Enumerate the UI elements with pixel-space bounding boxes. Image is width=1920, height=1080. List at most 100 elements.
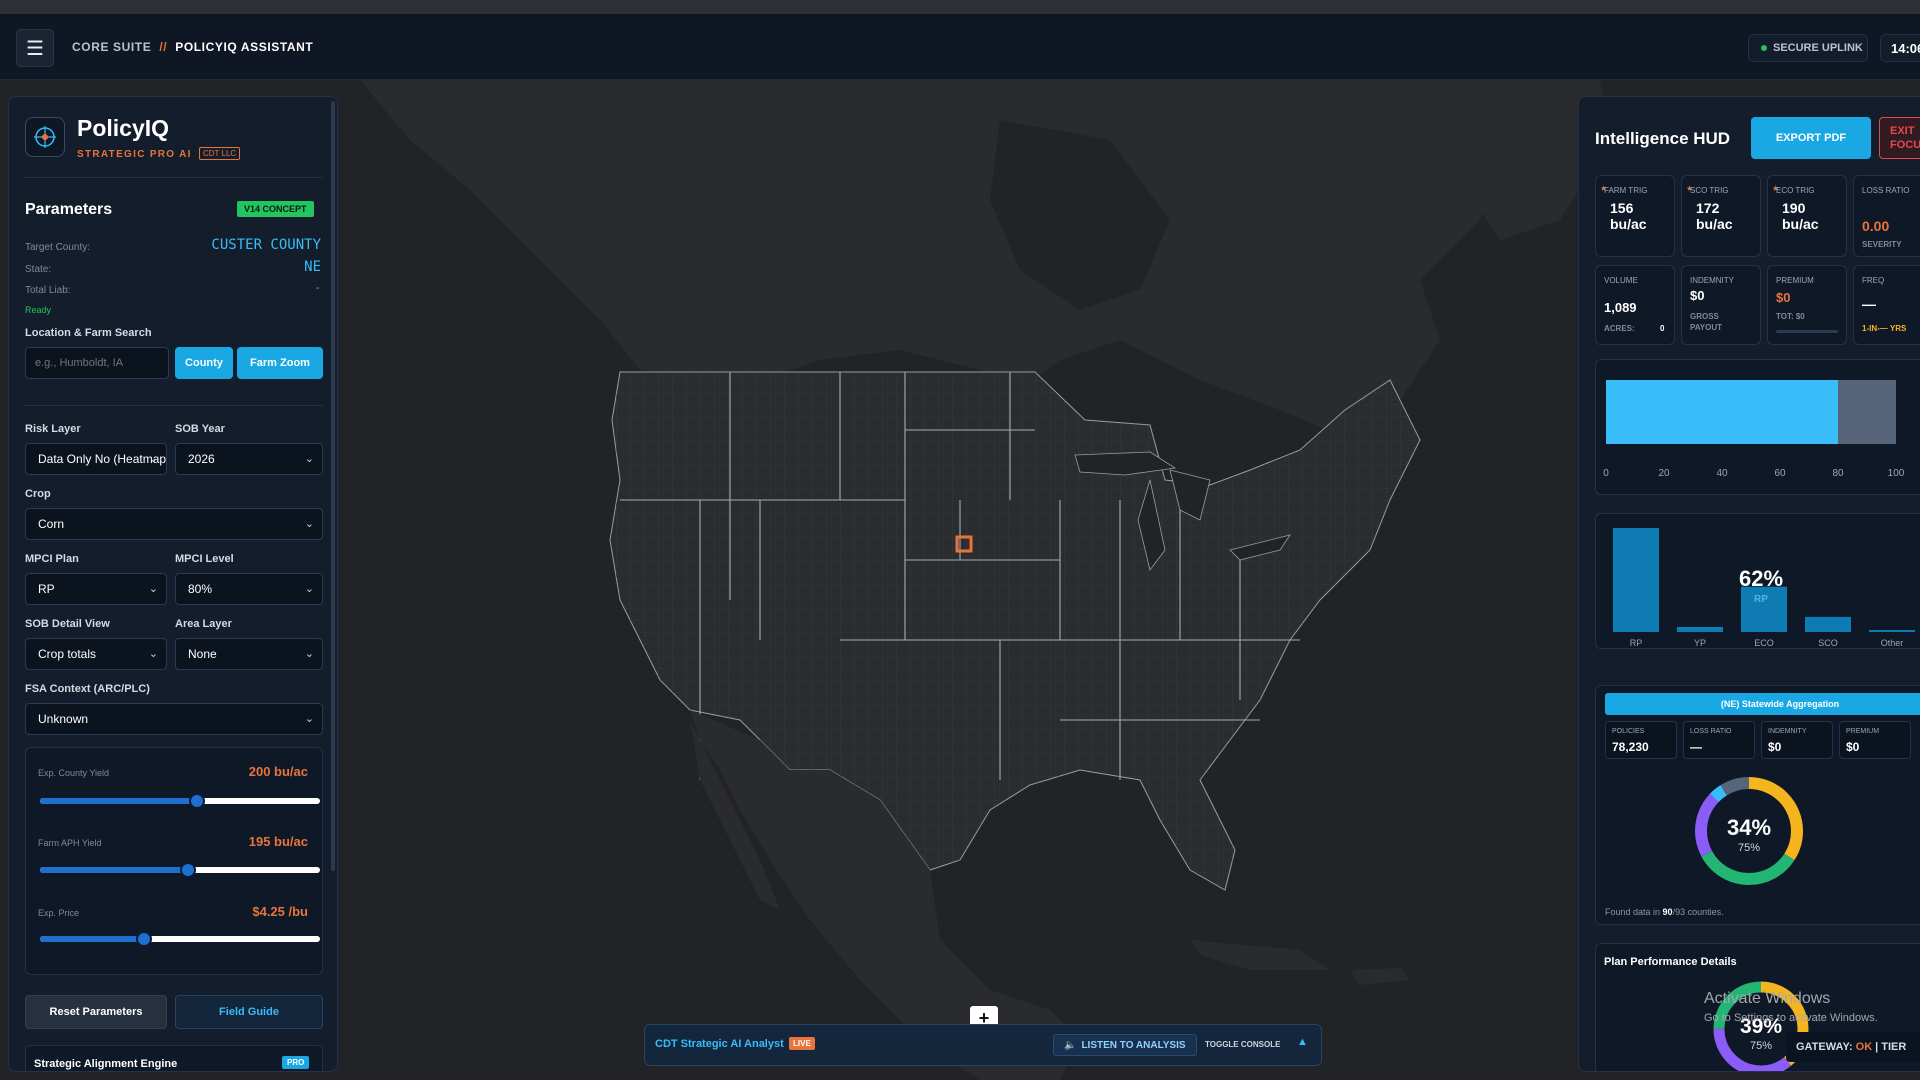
mini-label: PREMIUM	[1846, 728, 1880, 735]
strategic-alignment-engine[interactable]: Strategic Alignment Engine PRO	[25, 1045, 323, 1071]
clock: 14:06	[1880, 34, 1920, 62]
chevron-down-icon: ⌄	[304, 518, 314, 530]
chevron-down-icon: ⌄	[148, 583, 158, 595]
agg-premium: PREMIUM $0	[1839, 721, 1911, 759]
search-input[interactable]	[25, 347, 169, 379]
field-guide-button[interactable]: Field Guide	[175, 995, 323, 1029]
card-value: 172 bu/ac	[1696, 200, 1733, 232]
mini-value: $0	[1768, 740, 1782, 754]
card-value-num: 172	[1696, 200, 1720, 216]
panel-scrollbar[interactable]	[331, 101, 335, 871]
mini-value: —	[1690, 740, 1702, 754]
land-cuba	[1190, 940, 1330, 970]
x-tick-label: 60	[1774, 468, 1786, 479]
ai-analyst-console: CDT Strategic AI Analyst LIVE 🔈 LISTEN TO…	[644, 1024, 1322, 1066]
exp-county-yield-slider[interactable]	[40, 793, 320, 809]
plan-mix-svg: RP YP ECO SCO Other 62% RP	[1613, 528, 1915, 648]
volume-card: VOLUME 1,089 ACRES: 0	[1595, 265, 1675, 345]
bar-yp	[1677, 626, 1723, 632]
chevron-down-icon: ⌄	[148, 648, 158, 660]
sob-year-value: 2026	[188, 452, 215, 466]
crumb-root[interactable]: CORE SUITE	[72, 40, 151, 54]
card-value-unit: bu/ac	[1610, 216, 1647, 232]
area-layer-select[interactable]: None ⌄	[175, 638, 323, 670]
card-value: 156 bu/ac	[1610, 200, 1647, 232]
exp-price-slider[interactable]	[40, 931, 320, 947]
volume-value: 1,089	[1604, 300, 1637, 315]
card-label: ECO TRIG	[1776, 186, 1815, 195]
farm-aph-yield-slider[interactable]	[40, 862, 320, 878]
farm-trig-card: ★ FARM TRIG 156 bu/ac	[1595, 175, 1675, 257]
slider-handle[interactable]	[180, 862, 197, 878]
top-bar: ☰ CORE SUITE // POLICYIQ ASSISTANT SECUR…	[0, 14, 1920, 80]
fsa-label: FSA Context (ARC/PLC)	[25, 683, 150, 695]
state-label: State:	[25, 264, 52, 275]
divider	[25, 177, 323, 178]
slider-handle[interactable]	[188, 793, 205, 809]
gateway-ok: OK	[1855, 1041, 1873, 1053]
found-text-2: /93 counties.	[1672, 907, 1724, 917]
county-button[interactable]: County	[175, 347, 233, 379]
sob-detail-select[interactable]: Crop totals ⌄	[25, 638, 167, 670]
status-dot-icon	[1761, 45, 1767, 51]
intelligence-hud-panel: Intelligence HUD EXPORT PDF EXIT FOCUS ★ …	[1578, 96, 1920, 1072]
agg-indemnity: INDEMNITY $0	[1761, 721, 1833, 759]
chevron-down-icon: ⌄	[304, 648, 314, 660]
listen-to-analysis-button[interactable]: 🔈 LISTEN TO ANALYSIS	[1053, 1034, 1197, 1056]
crop-mix-donut: 34%75%	[1695, 777, 1803, 885]
mpci-plan-label: MPCI Plan	[25, 553, 79, 565]
slider-value: 200 bu/ac	[248, 764, 308, 779]
bar-segment-0	[1606, 380, 1838, 444]
listen-label: LISTEN TO ANALYSIS	[1081, 1039, 1186, 1051]
brand-name: PolicyIQ	[77, 115, 170, 141]
exit-focus-button[interactable]: EXIT FOCUS	[1879, 117, 1920, 159]
export-pdf-button[interactable]: EXPORT PDF	[1751, 117, 1871, 159]
agg-policies: POLICIES 78,230	[1605, 721, 1677, 759]
mpci-level-label: MPCI Level	[175, 553, 234, 565]
crop-select[interactable]: Corn ⌄	[25, 508, 323, 540]
aggregation-title[interactable]: (NE) Statewide Aggregation	[1605, 693, 1920, 715]
parameters-title: Parameters	[25, 201, 113, 218]
x-tick-label: 80	[1832, 468, 1844, 479]
sco-trig-card: ★ SCO TRIG 172 bu/ac	[1681, 175, 1761, 257]
mpci-plan-select[interactable]: RP ⌄	[25, 573, 167, 605]
liab-label: Total Liab:	[25, 285, 71, 296]
hamburger-icon[interactable]: ☰	[16, 29, 54, 67]
sob-year-label: SOB Year	[175, 423, 225, 435]
slider-fill	[40, 936, 144, 942]
slider-label: Farm APH Yield	[38, 838, 102, 848]
breadcrumb: CORE SUITE // POLICYIQ ASSISTANT	[72, 40, 313, 54]
risk-layer-select[interactable]: Data Only No (Heatmap) ⌄	[25, 443, 167, 475]
farm-zoom-button[interactable]: Farm Zoom	[237, 347, 323, 379]
card-label: INDEMNITY	[1690, 276, 1734, 285]
x-tick-label: SCO	[1818, 638, 1838, 648]
crumb-sep: //	[159, 40, 168, 54]
fsa-select[interactable]: Unknown ⌄	[25, 703, 323, 735]
chevron-down-icon: ⌄	[304, 713, 314, 725]
toggle-console-button[interactable]: TOGGLE CONSOLE	[1205, 1040, 1280, 1049]
card-label: PREMIUM	[1776, 276, 1814, 285]
sob-year-select[interactable]: 2026 ⌄	[175, 443, 323, 475]
x-tick-label: YP	[1694, 638, 1706, 648]
console-title: CDT Strategic AI Analyst	[655, 1038, 784, 1050]
card-label: FARM TRIG	[1604, 186, 1648, 195]
mini-value: $0	[1846, 740, 1860, 754]
crumb-current: POLICYIQ ASSISTANT	[175, 40, 314, 54]
risk-layer-value: Data Only No (Heatmap)	[38, 452, 167, 466]
x-tick-label: RP	[1630, 638, 1643, 648]
found-count: 90	[1662, 907, 1673, 917]
reset-parameters-button[interactable]: Reset Parameters	[25, 995, 167, 1029]
card-label: SCO TRIG	[1690, 186, 1729, 195]
slider-handle[interactable]	[135, 931, 152, 947]
county-label: Target County:	[25, 242, 91, 253]
center-sub: 75%	[1738, 842, 1760, 854]
divider	[25, 405, 323, 406]
freq-value: —	[1862, 296, 1876, 312]
mpci-level-select[interactable]: 80% ⌄	[175, 573, 323, 605]
payout-label: PAYOUT	[1690, 323, 1723, 332]
found-data-text: Found data in 90/93 counties.	[1605, 907, 1724, 917]
caret-up-icon[interactable]: ▲	[1297, 1036, 1308, 1048]
engine-title: Strategic Alignment Engine	[34, 1058, 178, 1070]
fsa-value: Unknown	[38, 712, 89, 726]
plan-performance-title: Plan Performance Details	[1604, 956, 1737, 968]
